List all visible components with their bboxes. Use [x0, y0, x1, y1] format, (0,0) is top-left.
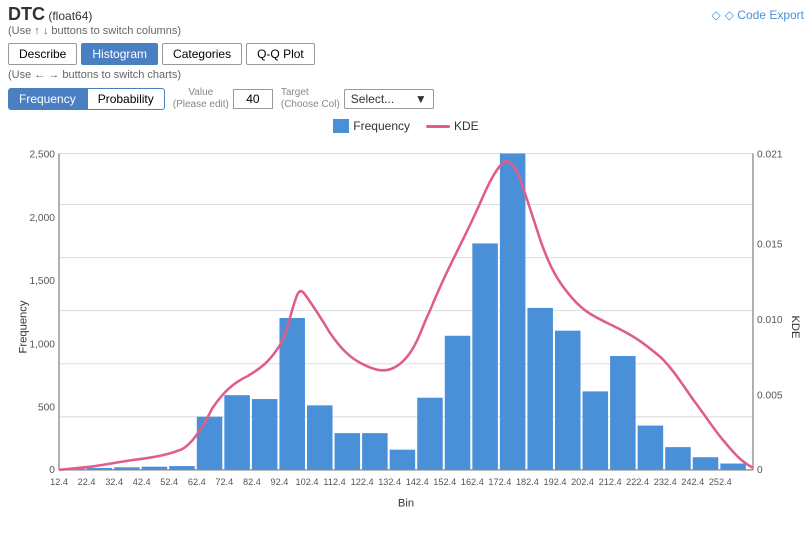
svg-text:0: 0 — [49, 465, 55, 476]
svg-text:112.4: 112.4 — [323, 477, 345, 487]
svg-text:152.4: 152.4 — [433, 477, 456, 487]
svg-text:162.4: 162.4 — [461, 477, 484, 487]
svg-text:32.4: 32.4 — [105, 477, 123, 487]
target-select[interactable]: Select... ▼ — [344, 89, 434, 109]
switch-hint: (Use ↑ ↓ buttons to switch columns) — [8, 25, 181, 37]
target-label: Target (Choose Col) — [281, 87, 340, 111]
bar-23 — [693, 457, 719, 470]
svg-text:72.4: 72.4 — [215, 477, 233, 487]
column-title: DTC — [8, 4, 45, 24]
tab-categories[interactable]: Categories — [162, 43, 242, 65]
bar-1 — [87, 468, 113, 470]
bar-4 — [169, 466, 195, 470]
svg-text:1,000: 1,000 — [29, 339, 55, 350]
svg-text:102.4: 102.4 — [296, 477, 319, 487]
bar-5 — [197, 417, 223, 470]
svg-text:0.021: 0.021 — [757, 150, 783, 161]
bar-11 — [362, 433, 388, 470]
svg-text:202.4: 202.4 — [571, 477, 594, 487]
svg-text:132.4: 132.4 — [378, 477, 401, 487]
kde-curve — [59, 161, 753, 469]
svg-text:142.4: 142.4 — [406, 477, 429, 487]
code-export-label: ◇ Code Export — [725, 8, 804, 22]
svg-text:92.4: 92.4 — [271, 477, 289, 487]
chart-switch-hint: (Use ← → buttons to switch charts) — [0, 67, 812, 83]
frequency-legend-label: Frequency — [353, 119, 410, 133]
tab-describe[interactable]: Describe — [8, 43, 77, 65]
histogram-chart: Frequency KDE 0 500 1,000 1,500 2,000 2,… — [8, 137, 804, 517]
tab-qqplot[interactable]: Q-Q Plot — [246, 43, 315, 65]
freq-prob-toggle: Frequency Probability — [8, 88, 165, 110]
svg-text:2,000: 2,000 — [29, 213, 55, 224]
svg-text:0: 0 — [757, 465, 763, 476]
value-input[interactable] — [233, 89, 273, 109]
chart-legend: Frequency KDE — [0, 119, 812, 133]
legend-kde: KDE — [426, 119, 479, 133]
bar-17 — [527, 308, 553, 470]
frequency-color-box — [333, 119, 349, 133]
svg-text:12.4: 12.4 — [50, 477, 68, 487]
svg-text:122.4: 122.4 — [351, 477, 374, 487]
svg-text:212.4: 212.4 — [599, 477, 622, 487]
bar-20 — [610, 356, 636, 470]
bar-3 — [142, 467, 168, 470]
bar-16 — [500, 154, 526, 470]
svg-text:500: 500 — [38, 403, 55, 414]
svg-text:52.4: 52.4 — [160, 477, 178, 487]
svg-text:222.4: 222.4 — [626, 477, 649, 487]
y-axis-right-label: KDE — [789, 315, 801, 338]
controls-row: Frequency Probability Value (Please edit… — [0, 83, 812, 117]
header: DTC (float64) (Use ↑ ↓ buttons to switch… — [0, 0, 812, 117]
svg-text:42.4: 42.4 — [133, 477, 151, 487]
svg-text:22.4: 22.4 — [78, 477, 96, 487]
code-export-button[interactable]: ◇ ◇ Code Export — [712, 4, 805, 22]
target-group: Target (Choose Col) Select... ▼ — [281, 87, 434, 111]
svg-text:0.015: 0.015 — [757, 239, 783, 250]
bar-7 — [252, 399, 278, 470]
bar-24 — [720, 464, 746, 470]
bar-19 — [583, 391, 609, 469]
svg-text:252.4: 252.4 — [709, 477, 732, 487]
svg-text:182.4: 182.4 — [516, 477, 539, 487]
tabs-row: Describe Histogram Categories Q-Q Plot — [0, 39, 812, 67]
y-axis-label: Frequency — [17, 300, 29, 353]
x-axis-label: Bin — [398, 498, 414, 510]
frequency-button[interactable]: Frequency — [8, 88, 87, 110]
select-value: Select... — [351, 92, 394, 106]
bar-6 — [224, 395, 250, 470]
bar-2 — [114, 467, 140, 470]
value-label: Value (Please edit) — [173, 87, 229, 111]
svg-text:192.4: 192.4 — [544, 477, 567, 487]
svg-text:172.4: 172.4 — [488, 477, 511, 487]
svg-text:0.010: 0.010 — [757, 315, 783, 326]
chevron-down-icon: ▼ — [415, 92, 427, 106]
bar-15 — [472, 243, 498, 469]
bar-10 — [335, 433, 361, 470]
svg-text:242.4: 242.4 — [681, 477, 704, 487]
kde-color-line — [426, 125, 450, 128]
svg-text:62.4: 62.4 — [188, 477, 206, 487]
svg-text:2,500: 2,500 — [29, 150, 55, 161]
bar-21 — [638, 426, 664, 470]
header-left: DTC (float64) (Use ↑ ↓ buttons to switch… — [8, 4, 181, 37]
chart-area: Frequency KDE 0 500 1,000 1,500 2,000 2,… — [0, 137, 812, 517]
svg-text:0.005: 0.005 — [757, 390, 783, 401]
column-type: (float64) — [48, 9, 92, 23]
svg-text:232.4: 232.4 — [654, 477, 677, 487]
bar-14 — [445, 336, 471, 470]
bar-18 — [555, 331, 581, 470]
bar-22 — [665, 447, 691, 470]
bar-13 — [417, 398, 443, 470]
bar-12 — [390, 450, 416, 470]
tab-histogram[interactable]: Histogram — [81, 43, 158, 65]
value-group: Value (Please edit) — [173, 87, 273, 111]
svg-text:82.4: 82.4 — [243, 477, 261, 487]
kde-legend-label: KDE — [454, 119, 479, 133]
svg-text:1,500: 1,500 — [29, 276, 55, 287]
code-icon: ◇ — [712, 8, 721, 22]
probability-button[interactable]: Probability — [87, 88, 165, 110]
bar-9 — [307, 405, 333, 469]
legend-frequency: Frequency — [333, 119, 410, 133]
